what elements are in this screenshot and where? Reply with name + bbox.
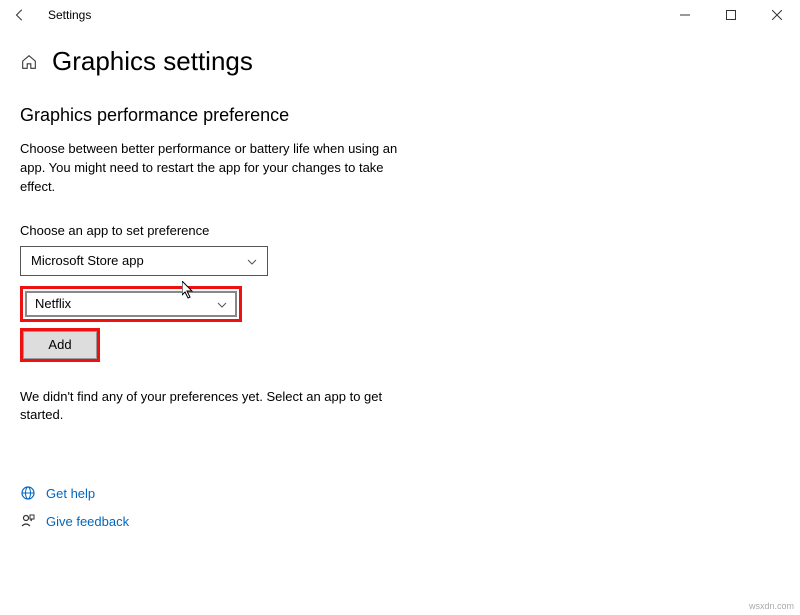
home-button[interactable]	[20, 53, 38, 71]
section-description: Choose between better performance or bat…	[20, 140, 400, 197]
choose-label: Choose an app to set preference	[20, 223, 780, 238]
arrow-left-icon	[13, 8, 27, 22]
watermark: wsxdn.com	[749, 601, 794, 611]
maximize-icon	[726, 10, 736, 20]
app-type-value: Microsoft Store app	[31, 253, 144, 268]
help-link-row: Get help	[20, 485, 780, 501]
empty-state-message: We didn't find any of your preferences y…	[20, 388, 400, 426]
feedback-link-row: Give feedback	[20, 513, 780, 529]
app-select-highlight: Netflix	[20, 286, 242, 322]
add-button[interactable]: Add	[23, 331, 97, 359]
section-heading: Graphics performance preference	[20, 105, 780, 126]
add-button-label: Add	[48, 337, 71, 352]
page-title: Graphics settings	[52, 46, 253, 77]
window-controls	[662, 0, 800, 30]
window-title: Settings	[48, 8, 91, 22]
help-icon	[20, 485, 36, 501]
titlebar: Settings	[0, 0, 800, 30]
minimize-button[interactable]	[662, 0, 708, 30]
add-button-highlight: Add	[20, 328, 100, 362]
maximize-button[interactable]	[708, 0, 754, 30]
close-icon	[772, 10, 782, 20]
chevron-down-icon	[217, 296, 227, 311]
home-icon	[20, 53, 38, 71]
app-select-dropdown[interactable]: Netflix	[25, 291, 237, 317]
content-area: Graphics settings Graphics performance p…	[0, 30, 800, 529]
get-help-link[interactable]: Get help	[46, 486, 95, 501]
minimize-icon	[680, 10, 690, 20]
close-button[interactable]	[754, 0, 800, 30]
app-select-value: Netflix	[35, 296, 71, 311]
app-type-dropdown[interactable]: Microsoft Store app	[20, 246, 268, 276]
heading-row: Graphics settings	[20, 46, 780, 77]
give-feedback-link[interactable]: Give feedback	[46, 514, 129, 529]
feedback-icon	[20, 513, 36, 529]
chevron-down-icon	[247, 253, 257, 268]
back-button[interactable]	[8, 3, 32, 27]
